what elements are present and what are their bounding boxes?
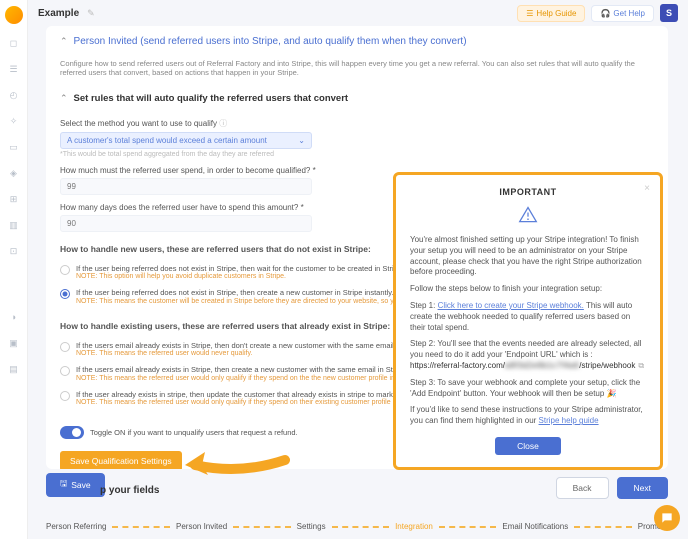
next-button[interactable]: Next (617, 477, 668, 499)
warning-icon (410, 205, 646, 227)
method-label: Select the method you want to use to qua… (60, 118, 654, 129)
save-icon: 🖫 (60, 478, 67, 492)
nav-icon-2[interactable]: ☰ (7, 62, 21, 76)
copy-icon[interactable]: ⧉ (638, 361, 644, 370)
chevron-down-icon: ⌄ (298, 136, 305, 145)
radio-icon (60, 289, 70, 299)
back-button[interactable]: Back (556, 477, 609, 499)
modal-intro: You're almost finished setting up your S… (410, 235, 646, 278)
nav-icon-1[interactable]: ◻ (7, 36, 21, 50)
modal-step-2: Step 2: You'll see that the events neede… (410, 339, 646, 371)
nav-icon-4[interactable]: ✧ (7, 114, 21, 128)
nav-icon-9[interactable]: ⊡ (7, 244, 21, 258)
step-email[interactable]: Email Notifications (502, 522, 568, 531)
days-input[interactable]: 90 (60, 215, 312, 232)
close-icon[interactable]: × (644, 183, 650, 194)
modal-follow: Follow the steps below to finish your in… (410, 284, 646, 295)
nav-icon-7[interactable]: ⊞ (7, 192, 21, 206)
get-help-button[interactable]: 🎧Get Help (591, 5, 654, 22)
stripe-help-link[interactable]: Stripe help guide (539, 416, 599, 425)
nav-icon-3[interactable]: ◴ (7, 88, 21, 102)
method-note: *This would be total spend aggregated fr… (60, 151, 654, 158)
refund-toggle[interactable] (60, 426, 84, 439)
nav-icon-11[interactable]: ▣ (7, 336, 21, 350)
edit-icon[interactable]: ✎ (87, 8, 95, 19)
app-logo[interactable] (5, 6, 23, 24)
rules-section-title: Set rules that will auto qualify the ref… (74, 93, 349, 104)
step-referring[interactable]: Person Referring (46, 522, 106, 531)
topbar: Example ✎ ☰Help Guide 🎧Get Help S (28, 0, 688, 26)
radio-icon (60, 342, 70, 352)
nav-icon-5[interactable]: ▭ (7, 140, 21, 154)
progress-steps: Person Referring Person Invited Settings… (46, 522, 668, 531)
important-modal: × IMPORTANT You're almost finished setti… (393, 172, 663, 470)
sidebar: ◻ ☰ ◴ ✧ ▭ ◈ ⊞ ▥ ⊡ ◑ ▣ ▤ (0, 0, 28, 539)
nav-icon-8[interactable]: ▥ (7, 218, 21, 232)
radio-icon (60, 366, 70, 376)
method-select[interactable]: A customer's total spend would exceed a … (60, 132, 312, 149)
modal-close-button[interactable]: Close (495, 437, 561, 455)
chevron-up-icon: ⌃ (60, 36, 68, 47)
save-button[interactable]: 🖫Save (46, 473, 105, 497)
modal-step-1: Step 1: Click here to create your Stripe… (410, 301, 646, 333)
card-header[interactable]: ⌃ Person Invited (send referred users in… (60, 36, 654, 53)
chevron-up-icon: ⌃ (60, 93, 68, 104)
modal-step-3: Step 3: To save your webhook and complet… (410, 378, 646, 400)
card-description: Configure how to send referred users out… (60, 59, 654, 77)
modal-title: IMPORTANT (410, 187, 646, 197)
step-settings[interactable]: Settings (297, 522, 326, 531)
step-invited[interactable]: Person Invited (176, 522, 227, 531)
spend-input[interactable]: 99 (60, 178, 312, 195)
page-title: Example (38, 8, 79, 19)
user-avatar[interactable]: S (660, 4, 678, 22)
info-icon[interactable]: ⓘ (219, 119, 227, 128)
step-integration[interactable]: Integration (395, 522, 433, 531)
radio-icon (60, 391, 70, 401)
nav-icon-10[interactable]: ◑ (7, 310, 21, 324)
map-fields-heading: p your fields (100, 485, 159, 496)
help-guide-button[interactable]: ☰Help Guide (517, 5, 585, 22)
create-webhook-link[interactable]: Click here to create your Stripe webhook… (438, 301, 584, 310)
save-qualification-button[interactable]: Save Qualification Settings (60, 451, 182, 469)
modal-outro: If you'd like to send these instructions… (410, 405, 646, 427)
nav-icon-6[interactable]: ◈ (7, 166, 21, 180)
chat-bubble-icon[interactable] (654, 505, 680, 531)
nav-icon-12[interactable]: ▤ (7, 362, 21, 376)
radio-icon (60, 265, 70, 275)
